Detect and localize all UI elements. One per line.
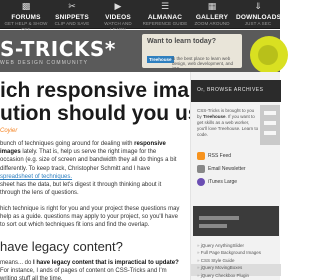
paragraph-text: For instance, I ands of pages of content… — [0, 268, 167, 280]
itunes-icon — [197, 178, 205, 186]
browse-archives-bar[interactable]: Or, BROWSE ARCHIVES — [191, 80, 281, 102]
site-logo[interactable]: S-TRICKS* — [0, 38, 116, 60]
chat-icon: ▩ — [21, 2, 31, 12]
nav-item-almanac[interactable]: ☰ ALMANAC REFERENCE GUIDE — [142, 0, 188, 29]
sidebar-link-list: jQuery AnythingSlider Full Page Backgrou… — [197, 242, 277, 279]
site-header: S-TRICKS* WEB DESIGN COMMUNITY Want to l… — [0, 30, 288, 74]
nav-label: SNIPPETS — [55, 14, 89, 21]
email-icon — [197, 165, 205, 173]
list-item[interactable]: Full Page Background Images — [197, 249, 277, 256]
article-paragraph: hich technique is right for you and your… — [0, 206, 180, 229]
rss-feed-link[interactable]: RSS Feed — [197, 152, 277, 164]
top-navigation: ▩ FORUMS GET HELP & SHOW OFF ✂ SNIPPETS … — [0, 0, 282, 32]
nav-sublabel: JUST A SEC — [244, 21, 272, 26]
play-icon: ▶ — [114, 2, 122, 12]
nav-sublabel: REFERENCE GUIDE — [142, 21, 188, 26]
scissors-icon: ✂ — [68, 2, 76, 12]
browse-archives-label: Or, BROWSE ARCHIVES — [197, 87, 264, 93]
paragraph-text: lately. That is, help us serve the right… — [0, 149, 177, 172]
nav-item-snippets[interactable]: ✂ SNIPPETS CLIP AND SAVE — [50, 0, 94, 29]
promo-badge: Treehouse — [147, 56, 174, 63]
nav-label: ALMANAC — [147, 14, 183, 21]
nav-sublabel: ZOOM AROUND — [194, 21, 230, 26]
paragraph-text: bunch of techniques going around for dea… — [0, 141, 133, 147]
article-paragraph: means... do I have legacy content that i… — [0, 259, 180, 280]
nav-item-videos[interactable]: ▶ VIDEOS WATCH AND LEARN — [96, 0, 140, 32]
list-item[interactable]: jQuery AnythingSlider — [197, 242, 277, 249]
treehouse-tag-image[interactable] — [260, 105, 280, 145]
feed-label: RSS Feed — [208, 153, 232, 159]
itunes-link[interactable]: iTunes Large — [197, 178, 277, 190]
list-item[interactable]: jQuery Checkbox Plugin — [197, 272, 277, 279]
nav-label: GALLERY — [195, 14, 229, 21]
paragraph-bold: I have legacy content that is impractica… — [33, 260, 179, 266]
gallery-icon: ▦ — [207, 2, 217, 12]
section-heading: have legacy content? — [0, 239, 123, 254]
nav-label: FORUMS — [11, 14, 41, 21]
email-newsletter-link[interactable]: Email Newsletter — [197, 165, 277, 177]
sidebar-ad-banner[interactable] — [193, 206, 279, 236]
paragraph-text: means... do — [0, 260, 32, 266]
feed-label: Email Newsletter — [208, 166, 246, 172]
nav-item-gallery[interactable]: ▦ GALLERY ZOOM AROUND — [190, 0, 234, 29]
sidebar: Or, BROWSE ARCHIVES CSS-Tricks is brough… — [190, 72, 281, 280]
sidebar-intro: CSS-Tricks is brought to you by Treehous… — [197, 108, 259, 138]
logo-tagline: WEB DESIGN COMMUNITY — [0, 60, 89, 66]
article-paragraph: bunch of techniques going around for dea… — [0, 140, 180, 181]
nav-label: VIDEOS — [105, 14, 131, 21]
promo-text: is the best place to learn web design, w… — [172, 56, 234, 71]
nav-item-forums[interactable]: ▩ FORUMS GET HELP & SHOW OFF — [4, 0, 48, 32]
list-item[interactable]: jQuery MovingBoxes — [197, 264, 277, 271]
feed-label: iTunes Large — [208, 179, 237, 185]
sponsor-badge-icon — [250, 36, 288, 74]
treehouse-link[interactable]: Treehouse — [203, 114, 226, 119]
treehouse-promo[interactable]: Want to learn today? Treehouse is the be… — [142, 34, 242, 71]
article-paragraph: sheet has the data, but let's digest it … — [0, 182, 162, 197]
rss-icon — [197, 152, 205, 160]
book-icon: ☰ — [160, 2, 170, 12]
nav-item-downloads[interactable]: ⇓ DOWNLOADS JUST A SEC — [236, 0, 282, 29]
promo-title: Want to learn today? — [147, 38, 216, 45]
article-byline[interactable]: Coyier — [0, 128, 17, 134]
list-item[interactable]: CSS Style Guide — [197, 257, 277, 264]
download-icon: ⇓ — [254, 2, 262, 12]
nav-label: DOWNLOADS — [236, 14, 282, 21]
spreadsheet-link[interactable]: spreadsheet of techniques. — [0, 174, 72, 180]
nav-sublabel: CLIP AND SAVE — [54, 21, 90, 26]
